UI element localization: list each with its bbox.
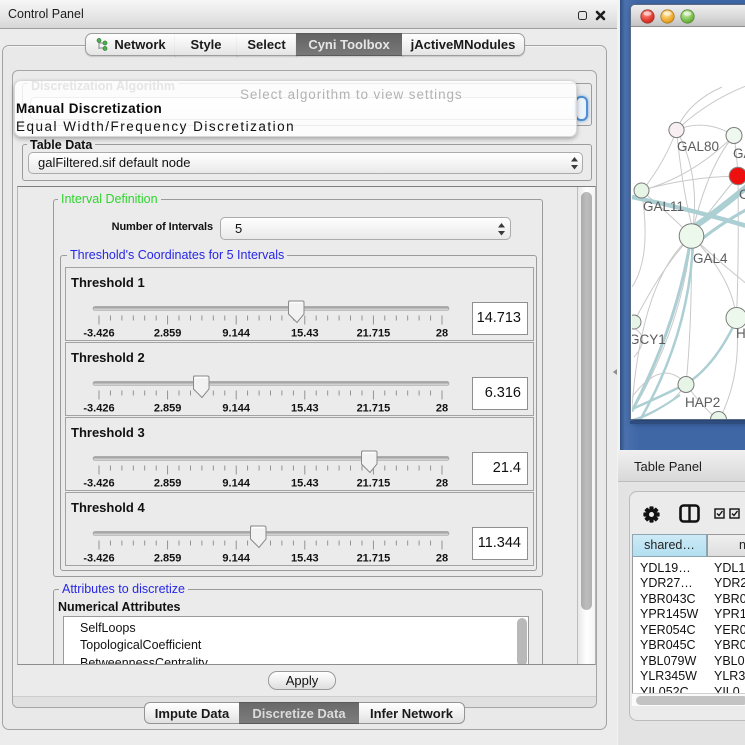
svg-text:2.859: 2.859	[154, 478, 182, 490]
svg-text:-3.426: -3.426	[83, 328, 114, 340]
svg-text:-3.426: -3.426	[83, 553, 114, 565]
svg-text:15.43: 15.43	[291, 328, 319, 340]
svg-text:15.43: 15.43	[291, 403, 319, 415]
svg-text:GCY1: GCY1	[632, 332, 666, 347]
svg-text:9.144: 9.144	[222, 403, 250, 415]
svg-text:GA: GA	[733, 146, 745, 161]
svg-text:-3.426: -3.426	[83, 478, 114, 490]
svg-text:GAL4: GAL4	[693, 251, 728, 266]
svg-text:HAP2: HAP2	[685, 395, 720, 410]
svg-text:9.144: 9.144	[222, 553, 250, 565]
svg-text:21.715: 21.715	[357, 403, 391, 415]
svg-text:15.43: 15.43	[291, 478, 319, 490]
svg-text:2.859: 2.859	[154, 403, 182, 415]
svg-text:2.859: 2.859	[154, 553, 182, 565]
svg-text:28: 28	[436, 478, 448, 490]
svg-text:21.715: 21.715	[357, 478, 391, 490]
svg-text:28: 28	[436, 553, 448, 565]
svg-text:H: H	[736, 326, 745, 341]
svg-text:GAL11: GAL11	[643, 199, 684, 214]
svg-text:C: C	[739, 187, 745, 202]
svg-text:21.715: 21.715	[357, 328, 391, 340]
svg-text:15.43: 15.43	[291, 553, 319, 565]
svg-text:-3.426: -3.426	[83, 403, 114, 415]
svg-text:28: 28	[436, 403, 448, 415]
svg-text:28: 28	[436, 328, 448, 340]
svg-text:9.144: 9.144	[222, 328, 250, 340]
svg-text:GAL80: GAL80	[677, 139, 719, 154]
svg-text:2.859: 2.859	[154, 328, 182, 340]
svg-text:9.144: 9.144	[222, 478, 250, 490]
svg-text:21.715: 21.715	[357, 553, 391, 565]
